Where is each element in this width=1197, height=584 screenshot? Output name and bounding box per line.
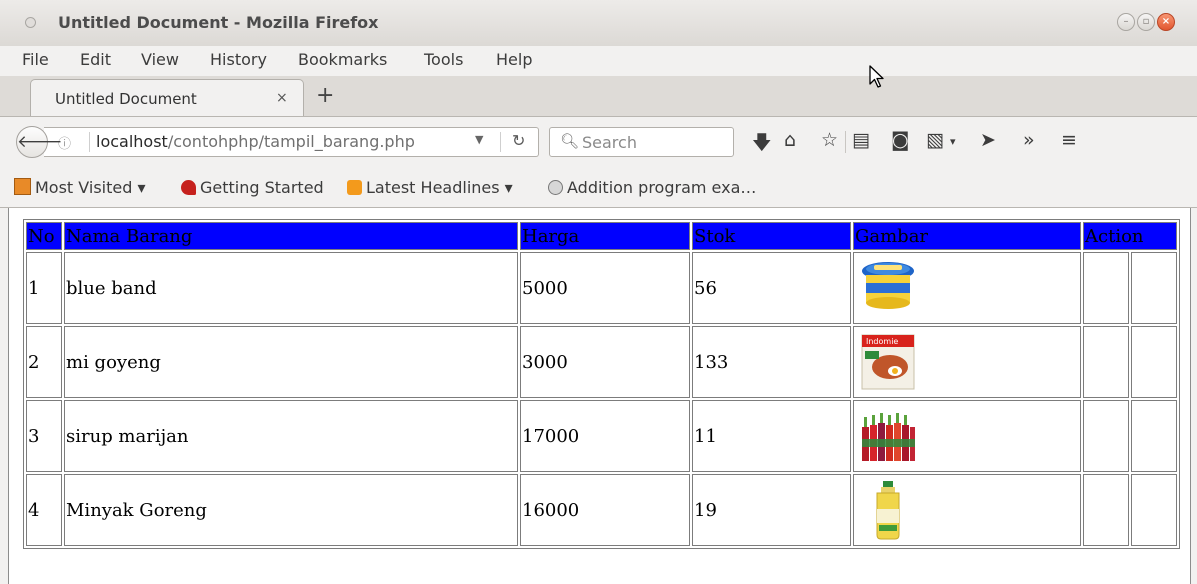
- cell-image: [853, 400, 1081, 472]
- cell-no: 4: [26, 474, 62, 546]
- header-price: Harga: [520, 222, 690, 250]
- tool-dropdown-icon[interactable]: ▾: [950, 135, 956, 148]
- header-image: Gambar: [853, 222, 1081, 250]
- bookmark-getting-started[interactable]: Getting Started: [181, 178, 324, 197]
- margarine-tub-image: [862, 262, 914, 309]
- menu-tools[interactable]: Tools: [424, 50, 463, 69]
- product-table: No Nama Barang Harga Stok Gambar Action …: [23, 219, 1180, 549]
- tab-close-icon[interactable]: ×: [276, 90, 288, 106]
- firefox-icon: [181, 180, 196, 195]
- toolbar-separator: [845, 131, 846, 153]
- window-menu-icon[interactable]: [25, 17, 36, 28]
- syrup-bottles-image: [862, 407, 915, 465]
- search-input[interactable]: Search: [582, 133, 637, 152]
- minimize-icon[interactable]: –: [1117, 13, 1135, 31]
- cell-image: [853, 252, 1081, 324]
- new-tab-button[interactable]: +: [316, 83, 334, 108]
- cooking-oil-bottle-image: [876, 481, 900, 540]
- action-edit-cell[interactable]: [1083, 252, 1129, 324]
- tab-strip: Untitled Document ×: [0, 76, 1197, 118]
- table-row: 3 sirup marijan 17000 11: [26, 400, 1177, 472]
- action-delete-cell[interactable]: [1131, 326, 1177, 398]
- downloads-icon[interactable]: 🡇: [752, 129, 772, 161]
- most-visited-folder-icon: [14, 178, 31, 195]
- send-icon[interactable]: ➤: [980, 129, 996, 151]
- hamburger-menu-icon[interactable]: ≡: [1061, 129, 1077, 151]
- search-icon: 🔍︎: [560, 132, 580, 150]
- header-no: No: [26, 222, 62, 250]
- cell-name: blue band: [64, 252, 518, 324]
- maximize-icon[interactable]: ▫: [1137, 13, 1155, 31]
- url-text: localhost/contohphp/tampil_barang.php: [96, 132, 415, 151]
- cell-stock: 11: [692, 400, 851, 472]
- cell-no: 1: [26, 252, 62, 324]
- cell-image: Indomie: [853, 326, 1081, 398]
- menu-edit[interactable]: Edit: [80, 50, 111, 69]
- page-content: No Nama Barang Harga Stok Gambar Action …: [8, 208, 1191, 584]
- bookmark-addition-program[interactable]: Addition program exa…: [548, 178, 756, 197]
- cell-name: Minyak Goreng: [64, 474, 518, 546]
- action-delete-cell[interactable]: [1131, 252, 1177, 324]
- menu-bookmarks[interactable]: Bookmarks: [298, 50, 387, 69]
- screenshot-tool-icon[interactable]: ▧: [926, 129, 944, 151]
- overflow-menu-icon[interactable]: »: [1023, 129, 1035, 151]
- action-delete-cell[interactable]: [1131, 474, 1177, 546]
- header-stock: Stok: [692, 222, 851, 250]
- tab-untitled-document[interactable]: Untitled Document ×: [30, 79, 304, 118]
- reload-icon[interactable]: ↻: [512, 131, 525, 150]
- cell-price: 3000: [520, 326, 690, 398]
- cell-image: [853, 474, 1081, 546]
- search-bar[interactable]: 🔍︎ Search: [549, 127, 734, 157]
- header-action: Action: [1083, 222, 1177, 250]
- menu-file[interactable]: File: [22, 50, 49, 69]
- url-separator: [500, 132, 501, 152]
- bookmark-most-visited[interactable]: Most Visited ▾: [14, 178, 146, 197]
- pocket-icon[interactable]: ◙: [891, 129, 909, 151]
- table-row: 1 blue band 5000 56: [26, 252, 1177, 324]
- bookmarks-menu-icon[interactable]: ▤: [852, 129, 870, 151]
- window-title: Untitled Document - Mozilla Firefox: [58, 13, 379, 32]
- action-edit-cell[interactable]: [1083, 400, 1129, 472]
- url-separator: [89, 132, 90, 152]
- cell-stock: 133: [692, 326, 851, 398]
- close-icon[interactable]: ×: [1157, 13, 1175, 31]
- rss-icon: [347, 180, 362, 195]
- url-history-dropdown-icon[interactable]: ▼: [475, 133, 483, 146]
- svg-text:Indomie: Indomie: [866, 337, 898, 346]
- cell-price: 16000: [520, 474, 690, 546]
- navigation-toolbar: ⓘ localhost/contohphp/tampil_barang.php …: [0, 116, 1197, 167]
- window-titlebar: Untitled Document - Mozilla Firefox – ▫ …: [0, 0, 1197, 46]
- cell-name: mi goyeng: [64, 326, 518, 398]
- action-edit-cell[interactable]: [1083, 326, 1129, 398]
- home-icon[interactable]: ⌂: [784, 129, 796, 151]
- mouse-cursor-icon: [869, 65, 884, 88]
- menu-view[interactable]: View: [141, 50, 179, 69]
- cell-price: 5000: [520, 252, 690, 324]
- header-name: Nama Barang: [64, 222, 518, 250]
- globe-icon: [548, 180, 563, 195]
- action-delete-cell[interactable]: [1131, 400, 1177, 472]
- cell-stock: 19: [692, 474, 851, 546]
- bookmarks-toolbar: Most Visited ▾ Getting Started Latest He…: [0, 167, 1197, 208]
- menu-help[interactable]: Help: [496, 50, 532, 69]
- cell-no: 2: [26, 326, 62, 398]
- table-row: 4 Minyak Goreng 16000 19: [26, 474, 1177, 546]
- cell-name: sirup marijan: [64, 400, 518, 472]
- table-row: 2 mi goyeng 3000 133 Indomie: [26, 326, 1177, 398]
- instant-noodle-pack-image: Indomie: [861, 334, 915, 390]
- cell-stock: 56: [692, 252, 851, 324]
- bookmark-star-icon[interactable]: ☆: [821, 129, 838, 151]
- back-button[interactable]: 🡐: [16, 126, 63, 158]
- cell-price: 17000: [520, 400, 690, 472]
- bookmark-latest-headlines[interactable]: Latest Headlines ▾: [347, 178, 513, 197]
- cell-no: 3: [26, 400, 62, 472]
- url-bar[interactable]: ⓘ localhost/contohphp/tampil_barang.php …: [44, 127, 539, 157]
- table-header-row: No Nama Barang Harga Stok Gambar Action: [26, 222, 1177, 250]
- menu-history[interactable]: History: [210, 50, 267, 69]
- action-edit-cell[interactable]: [1083, 474, 1129, 546]
- tab-title: Untitled Document: [55, 90, 197, 108]
